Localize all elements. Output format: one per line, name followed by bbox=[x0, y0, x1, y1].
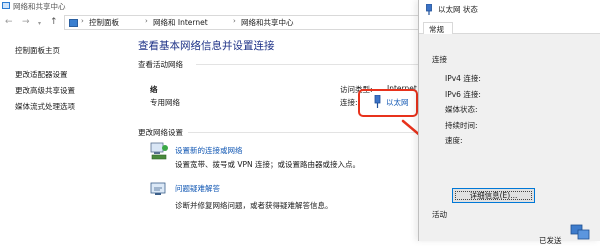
dialog-tab-bar: 常规 bbox=[419, 20, 600, 35]
network-activity-icon bbox=[570, 224, 590, 240]
connections-label: 连接: bbox=[340, 98, 358, 107]
media-state-label: 媒体状态: bbox=[445, 105, 478, 114]
breadcrumb-separator: › bbox=[233, 17, 236, 25]
ipv4-connectivity-label: IPv4 连接: bbox=[445, 74, 481, 83]
breadcrumb-network-sharing-center[interactable]: 网络和共享中心 bbox=[241, 17, 294, 28]
address-field[interactable]: › 控制面板 › 网络和 Internet › 网络和共享中心 bbox=[64, 15, 430, 30]
dialog-title-bar: 以太网 状态 bbox=[419, 0, 600, 20]
network-window-icon bbox=[2, 2, 10, 9]
forward-arrow-icon[interactable]: → bbox=[22, 17, 30, 27]
ethernet-highlight-box bbox=[358, 89, 418, 117]
ethernet-icon bbox=[426, 4, 432, 15]
ipv6-connectivity-label: IPv6 连接: bbox=[445, 90, 481, 99]
ethernet-status-dialog: 以太网 状态 常规 连接 IPv4 连接: IPv6 连接: 媒体状态: 持续时… bbox=[418, 0, 600, 245]
divider bbox=[188, 132, 428, 133]
sidebar-item-change-adapter-settings[interactable]: 更改适配器设置 bbox=[15, 69, 68, 80]
active-networks-header: 查看活动网络 bbox=[138, 60, 183, 69]
recent-pages-chevron-icon[interactable]: ▾ bbox=[38, 19, 41, 29]
back-arrow-icon[interactable]: ← bbox=[5, 17, 13, 27]
control-panel-icon bbox=[69, 19, 78, 27]
setup-connection-description: 设置宽带、拨号或 VPN 连接；或设置路由器或接入点。 bbox=[175, 160, 361, 169]
new-connection-icon bbox=[150, 142, 168, 160]
page-title: 查看基本网络信息并设置连接 bbox=[138, 40, 275, 52]
connection-section-header: 连接 bbox=[432, 55, 447, 64]
duration-label: 持续时间: bbox=[445, 121, 478, 130]
network-name: 络 bbox=[150, 85, 158, 94]
divider bbox=[196, 64, 428, 65]
dialog-title: 以太网 状态 bbox=[438, 5, 478, 14]
dialog-body: 连接 IPv4 连接: IPv6 连接: 媒体状态: 持续时间: 速度: 详细信… bbox=[419, 34, 600, 245]
change-network-settings-header: 更改网络设置 bbox=[138, 128, 183, 137]
activity-section-header: 活动 bbox=[432, 210, 447, 219]
troubleshoot-description: 诊断并修复网络问题，或者获得疑难解答信息。 bbox=[175, 201, 333, 210]
breadcrumb-separator: › bbox=[145, 17, 148, 25]
address-bar: ← → ▾ ↑ › 控制面板 › 网络和 Internet › 网络和共享中心 bbox=[0, 14, 430, 30]
network-sharing-center-window: 网络和共享中心 ← → ▾ ↑ › 控制面板 › 网络和 Internet › … bbox=[0, 0, 431, 241]
details-button[interactable]: 详细信息(E)... bbox=[452, 188, 535, 203]
up-arrow-icon[interactable]: ↑ bbox=[50, 17, 58, 27]
troubleshoot-icon bbox=[150, 182, 166, 195]
sidebar-item-advanced-sharing-settings[interactable]: 更改高级共享设置 bbox=[15, 85, 75, 96]
window-title: 网络和共享中心 bbox=[13, 2, 66, 11]
network-type: 专用网络 bbox=[150, 98, 180, 107]
setup-new-connection-link[interactable]: 设置新的连接或网络 bbox=[175, 145, 243, 156]
sidebar-item-media-streaming-options[interactable]: 媒体流式处理选项 bbox=[15, 101, 75, 112]
sidebar-item-control-panel-home[interactable]: 控制面板主页 bbox=[15, 45, 60, 56]
breadcrumb-network-internet[interactable]: 网络和 Internet bbox=[153, 17, 208, 28]
troubleshoot-problems-link[interactable]: 问题疑难解答 bbox=[175, 183, 220, 194]
breadcrumb-control-panel[interactable]: 控制面板 bbox=[89, 17, 119, 28]
breadcrumb-separator: › bbox=[81, 17, 84, 25]
title-bar: 网络和共享中心 bbox=[0, 0, 430, 12]
speed-label: 速度: bbox=[445, 136, 463, 145]
